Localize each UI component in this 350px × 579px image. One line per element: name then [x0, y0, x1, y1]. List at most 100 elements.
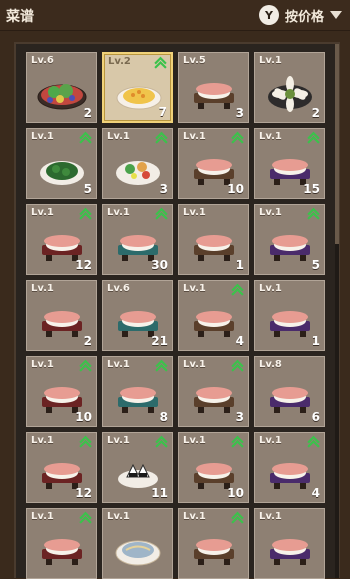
top-bar: 菜谱 Y 按价格	[0, 0, 350, 31]
recipe-count: 5	[311, 258, 320, 272]
recipe-card[interactable]: Lv.8 6	[254, 356, 325, 427]
recipe-card[interactable]: Lv.1	[102, 508, 173, 579]
sort-label: 按价格	[284, 9, 324, 25]
recipe-card[interactable]: Lv.1	[178, 508, 249, 579]
sort-dropdown[interactable]: Y 按价格	[258, 2, 342, 28]
upgrade-chevrons-icon	[79, 359, 92, 372]
upgrade-chevrons-icon	[307, 435, 320, 448]
recipe-card[interactable]: Lv.1 10	[26, 356, 97, 427]
upgrade-chevrons-icon	[154, 56, 167, 69]
level-label: Lv.1	[107, 435, 130, 446]
level-label: Lv.1	[259, 435, 282, 446]
recipe-card[interactable]: Lv.1 5	[254, 204, 325, 275]
level-label: Lv.1	[183, 359, 206, 370]
level-label: Lv.6	[31, 55, 54, 66]
upgrade-chevrons-icon	[79, 207, 92, 220]
recipe-card[interactable]: Lv.6 2	[26, 52, 97, 123]
recipe-card[interactable]: Lv.6 21	[102, 280, 173, 351]
recipe-card[interactable]: Lv.1 3	[178, 356, 249, 427]
level-label: Lv.1	[107, 359, 130, 370]
recipe-count: 12	[75, 258, 92, 272]
level-label: Lv.2	[108, 56, 131, 67]
recipe-count: 4	[235, 334, 244, 348]
level-label: Lv.8	[259, 359, 282, 370]
sushi-board-icon	[270, 387, 310, 413]
recipe-card[interactable]: Lv.1 8	[102, 356, 173, 427]
sushi-board-icon	[270, 311, 310, 337]
level-label: Lv.1	[259, 207, 282, 218]
recipe-card[interactable]: Lv.1 4	[254, 432, 325, 503]
recipe-card[interactable]: Lv.1 11	[102, 432, 173, 503]
sushi-board-icon	[194, 311, 234, 337]
sushi-board-icon	[118, 387, 158, 413]
dropdown-triangle-icon	[330, 11, 342, 19]
recipe-count: 11	[151, 486, 168, 500]
recipe-card[interactable]: Lv.1 12	[26, 432, 97, 503]
recipe-card[interactable]: Lv.1 10	[178, 128, 249, 199]
recipe-card[interactable]: Lv.2 7	[102, 52, 173, 123]
recipe-card[interactable]: Lv.1 5	[26, 128, 97, 199]
level-label: Lv.1	[259, 511, 282, 522]
recipe-count: 1	[235, 258, 244, 272]
level-label: Lv.1	[183, 435, 206, 446]
omelette-plate-icon	[116, 86, 162, 110]
recipe-card[interactable]: Lv.1 4	[178, 280, 249, 351]
upgrade-chevrons-icon	[155, 131, 168, 144]
sushi-board-icon	[194, 83, 234, 109]
sort-y-icon: Y	[258, 5, 279, 25]
recipe-count: 4	[311, 486, 320, 500]
sushi-board-icon	[270, 235, 310, 261]
scrollbar[interactable]	[335, 44, 339, 578]
sushi-board-icon	[194, 539, 234, 565]
recipe-count: 2	[83, 334, 92, 348]
level-label: Lv.1	[183, 207, 206, 218]
recipe-card[interactable]: Lv.1 2	[26, 280, 97, 351]
level-label: Lv.1	[259, 55, 282, 66]
recipe-count: 30	[151, 258, 168, 272]
recipe-count: 2	[83, 106, 92, 120]
sushi-board-icon	[42, 539, 82, 565]
recipe-count: 21	[151, 334, 168, 348]
noodle-bowl-icon	[115, 540, 161, 566]
level-label: Lv.1	[183, 511, 206, 522]
recipe-card[interactable]: Lv.1	[26, 508, 97, 579]
level-label: Lv.1	[259, 131, 282, 142]
recipe-card[interactable]: Lv.1 3	[102, 128, 173, 199]
upgrade-chevrons-icon	[231, 283, 244, 296]
recipe-card[interactable]: Lv.1 10	[178, 432, 249, 503]
sushi-board-icon	[270, 463, 310, 489]
level-label: Lv.1	[183, 131, 206, 142]
recipe-card[interactable]: Lv.1 2	[254, 52, 325, 123]
level-label: Lv.1	[31, 283, 54, 294]
upgrade-chevrons-icon	[155, 435, 168, 448]
upgrade-chevrons-icon	[79, 131, 92, 144]
recipe-count: 7	[158, 105, 167, 119]
scroll-thumb[interactable]	[335, 44, 339, 244]
recipe-count: 1	[311, 334, 320, 348]
level-label: Lv.1	[31, 207, 54, 218]
recipe-card[interactable]: Lv.1 30	[102, 204, 173, 275]
level-label: Lv.1	[107, 511, 130, 522]
recipe-count: 10	[75, 410, 92, 424]
sushi-board-icon	[194, 387, 234, 413]
recipe-count: 15	[303, 182, 320, 196]
recipe-card[interactable]: Lv.1 1	[178, 204, 249, 275]
recipe-card[interactable]: Lv.1 1	[254, 280, 325, 351]
recipe-card[interactable]: Lv.1 12	[26, 204, 97, 275]
sushi-board-icon	[194, 235, 234, 261]
upgrade-chevrons-icon	[155, 207, 168, 220]
upgrade-chevrons-icon	[79, 435, 92, 448]
upgrade-chevrons-icon	[231, 131, 244, 144]
recipe-panel: Lv.6 2 Lv.2 7 Lv.5 3 Lv.1 2 Lv.1 5 Lv.1 …	[14, 42, 340, 579]
level-label: Lv.1	[259, 283, 282, 294]
recipe-count: 10	[227, 486, 244, 500]
recipe-card[interactable]: Lv.5 3	[178, 52, 249, 123]
recipe-card[interactable]: Lv.1	[254, 508, 325, 579]
level-label: Lv.6	[107, 283, 130, 294]
sushi-board-icon	[42, 311, 82, 337]
recipe-count: 3	[159, 182, 168, 196]
recipe-card[interactable]: Lv.1 15	[254, 128, 325, 199]
recipe-count: 10	[227, 182, 244, 196]
upgrade-chevrons-icon	[307, 131, 320, 144]
recipe-count: 6	[311, 410, 320, 424]
